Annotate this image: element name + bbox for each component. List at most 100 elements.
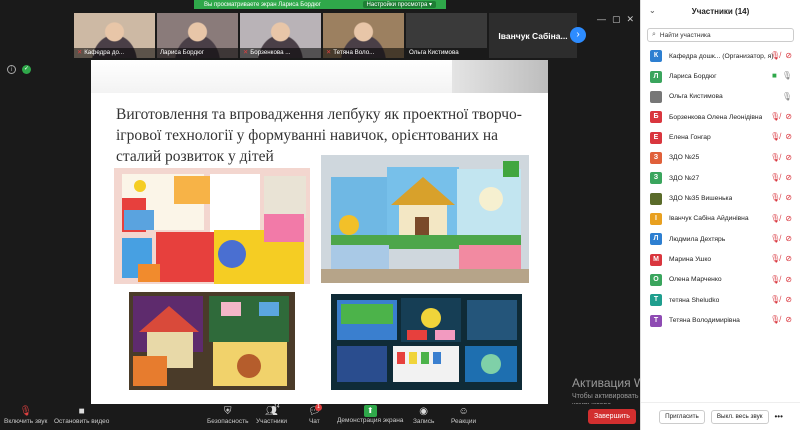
avatar: З <box>650 151 662 164</box>
stop-video-button[interactable]: ■ Остановить видео <box>54 405 109 425</box>
share-screen-button[interactable]: ⬆ Демонстрация экрана <box>337 405 403 424</box>
participant-row[interactable]: Ттетяна Sheludko 🎙︎̸ ⊘ <box>641 290 800 310</box>
record-label: Запись <box>413 418 435 425</box>
chevron-down-icon[interactable]: ⌄ <box>649 6 656 15</box>
thumbnail-name: Лариса Бордюг <box>157 48 238 58</box>
avatar <box>650 192 662 205</box>
view-settings-button[interactable]: Настройки просмотра ▾ <box>362 1 436 8</box>
microphone-muted-icon: 🎙︎̸ <box>770 152 781 162</box>
participant-name: Марина Ушко <box>669 256 712 264</box>
invite-button[interactable]: Пригласить <box>659 409 705 424</box>
microphone-muted-icon: 🎙︎̸ <box>770 213 781 223</box>
video-thumbnail[interactable]: Ольга Кистимова <box>406 13 487 58</box>
participant-name: ЗДО №27 <box>669 174 700 182</box>
next-page-button[interactable]: › <box>570 27 586 43</box>
avatar <box>650 90 662 103</box>
participants-label: Участники <box>256 418 288 425</box>
unmute-button[interactable]: 🎙︎ Включить звук <box>4 405 47 425</box>
participant-name: Лариса Бордюг <box>669 73 717 81</box>
microphone-muted-icon: 🎙︎̸ <box>770 112 781 122</box>
avatar: Е <box>650 131 662 144</box>
participant-name: ЗДО №35 Вишенька <box>669 195 733 203</box>
security-button[interactable]: ⛨ Безопасность <box>207 405 248 425</box>
participant-search-input[interactable]: ⌕ Найти участника <box>647 28 794 42</box>
thumbnail-name: Ольга Кистимова <box>406 48 487 58</box>
video-off-icon: ⊘ <box>785 213 792 223</box>
avatar: О <box>650 273 662 286</box>
reactions-button[interactable]: ☺ Реакции <box>451 405 476 425</box>
participant-row[interactable]: З ЗДО №25 🎙︎̸ ⊘ <box>641 148 800 168</box>
participants-button[interactable]: 👥︎ 14 Участники <box>256 404 288 425</box>
participant-row[interactable]: Ольга Кистимова 🎙︎ <box>641 87 800 107</box>
record-button[interactable]: ◉ Запись <box>413 405 434 425</box>
share-banner-text: Вы просматриваете экран Лариса Бордюг <box>204 1 321 8</box>
name-only-tile-label: Іванчук Сабіна... <box>498 30 568 41</box>
thumbnail-name: ✕ Кафедра до... <box>74 48 155 58</box>
microphone-muted-icon: 🎙︎̸ <box>770 274 781 284</box>
participant-row[interactable]: К Кафедра дошк... (Организатор, я) 🎙︎̸ ⊘ <box>641 46 800 66</box>
meeting-area: Вы просматриваете экран Лариса Бордюг На… <box>0 0 754 430</box>
participants-list: К Кафедра дошк... (Организатор, я) 🎙︎̸ ⊘ Л Ла… <box>641 46 800 331</box>
participant-row[interactable]: М Марина Ушко 🎙︎̸ ⊘ <box>641 249 800 269</box>
chat-badge: 1 <box>315 404 322 411</box>
participant-row[interactable]: О Олена Марченко 🎙︎̸ ⊘ <box>641 270 800 290</box>
participant-row[interactable]: Б Борзенкова Олена Леонідівна 🎙︎̸ ⊘ <box>641 107 800 127</box>
participant-row[interactable]: Е Елена Гонгар 🎙︎̸ ⊘ <box>641 127 800 147</box>
participants-panel-header: ⌄ Участники (14) <box>641 0 800 22</box>
video-thumbnail[interactable]: ✕ Кафедра до... <box>74 13 155 58</box>
avatar: З <box>650 172 662 185</box>
participant-row[interactable]: ЗДО №35 Вишенька 🎙︎̸ ⊘ <box>641 188 800 208</box>
screen-share-banner: Вы просматриваете экран Лариса Бордюг На… <box>194 0 446 9</box>
participant-row[interactable]: Т Тетяна Володимирівна 🎙︎̸ ⊘ <box>641 310 800 330</box>
video-thumbnail[interactable]: ✕ Тетяна Воло... <box>323 13 404 58</box>
name-only-tile[interactable]: Іванчук Сабіна... <box>489 13 577 58</box>
video-thumbnails: ✕ Кафедра до... Лариса Бордюг ✕ Борзенкова .… <box>74 13 577 58</box>
share-screen-icon: ⬆ <box>363 405 377 417</box>
camera-icon: ■ <box>78 406 85 417</box>
more-options-icon[interactable]: ••• <box>775 410 783 424</box>
video-off-icon: ⊘ <box>785 132 792 142</box>
zoom-window: Вы просматриваете экран Лариса Бордюг На… <box>0 0 800 430</box>
participant-name: Борзенкова Олена Леонідівна <box>669 113 763 121</box>
participant-name: Іванчук Сабіна Айдинівна <box>669 215 749 223</box>
microphone-muted-icon: ✕ <box>77 49 83 56</box>
participant-name: Олена Марченко <box>669 276 722 284</box>
close-icon[interactable]: ✕ <box>626 14 634 25</box>
microphone-muted-icon: 🎙︎̸ <box>770 295 781 305</box>
stop-video-label: Остановить видео <box>54 418 110 425</box>
thumbnail-name-text: Кафедра до... <box>84 49 125 56</box>
shield-icon: ⛨ <box>223 406 232 417</box>
participant-name: Людмила Дехтярь <box>669 235 726 243</box>
reactions-label: Реакции <box>451 418 477 425</box>
microphone-muted-icon: 🎙︎̸ <box>770 254 781 264</box>
shield-icon[interactable]: ✓ <box>22 65 31 74</box>
minimize-icon[interactable]: — <box>597 14 606 25</box>
participant-row[interactable]: З ЗДО №27 🎙︎̸ ⊘ <box>641 168 800 188</box>
end-meeting-button[interactable]: Завершить <box>588 409 636 424</box>
chat-button[interactable]: 💬︎ 1 Чат <box>308 404 322 425</box>
participant-name: ЗДО №25 <box>669 154 700 162</box>
info-icon[interactable]: i <box>7 65 16 74</box>
video-off-icon: ⊘ <box>785 295 792 305</box>
unmute-label: Включить звук <box>4 418 48 425</box>
meeting-toolbar: 🎙︎ Включить звук ■ Остановить видео ⛨ Бе… <box>0 404 640 430</box>
participant-name: Елена Гонгар <box>669 134 711 142</box>
avatar: Т <box>650 294 662 307</box>
participant-row[interactable]: Л Людмила Дехтярь 🎙︎̸ ⊘ <box>641 229 800 249</box>
microphone-icon: 🎙︎ <box>781 91 792 101</box>
maximize-icon[interactable]: ▢ <box>612 14 621 25</box>
thumbnail-name-text: Лариса Бордюг <box>160 49 204 56</box>
video-off-icon: ⊘ <box>785 51 792 60</box>
microphone-muted-icon: 🎙︎ <box>19 406 33 417</box>
video-off-icon: ⊘ <box>785 112 792 122</box>
thumbnail-name-text: Ольга Кистимова <box>409 49 459 56</box>
avatar: Б <box>650 111 662 124</box>
search-icon: ⌕ <box>652 31 656 38</box>
microphone-muted-icon: ✕ <box>326 49 332 56</box>
video-thumbnail[interactable]: ✕ Борзенкова ... <box>240 13 321 58</box>
participant-row[interactable]: Л Лариса Бордюг ■ 🎙︎ <box>641 66 800 86</box>
participant-row[interactable]: І Іванчук Сабіна Айдинівна 🎙︎̸ ⊘ <box>641 209 800 229</box>
video-off-icon: ⊘ <box>785 315 792 325</box>
video-thumbnail[interactable]: Лариса Бордюг <box>157 13 238 58</box>
mute-all-button[interactable]: Выкл. весь звук <box>710 409 769 424</box>
